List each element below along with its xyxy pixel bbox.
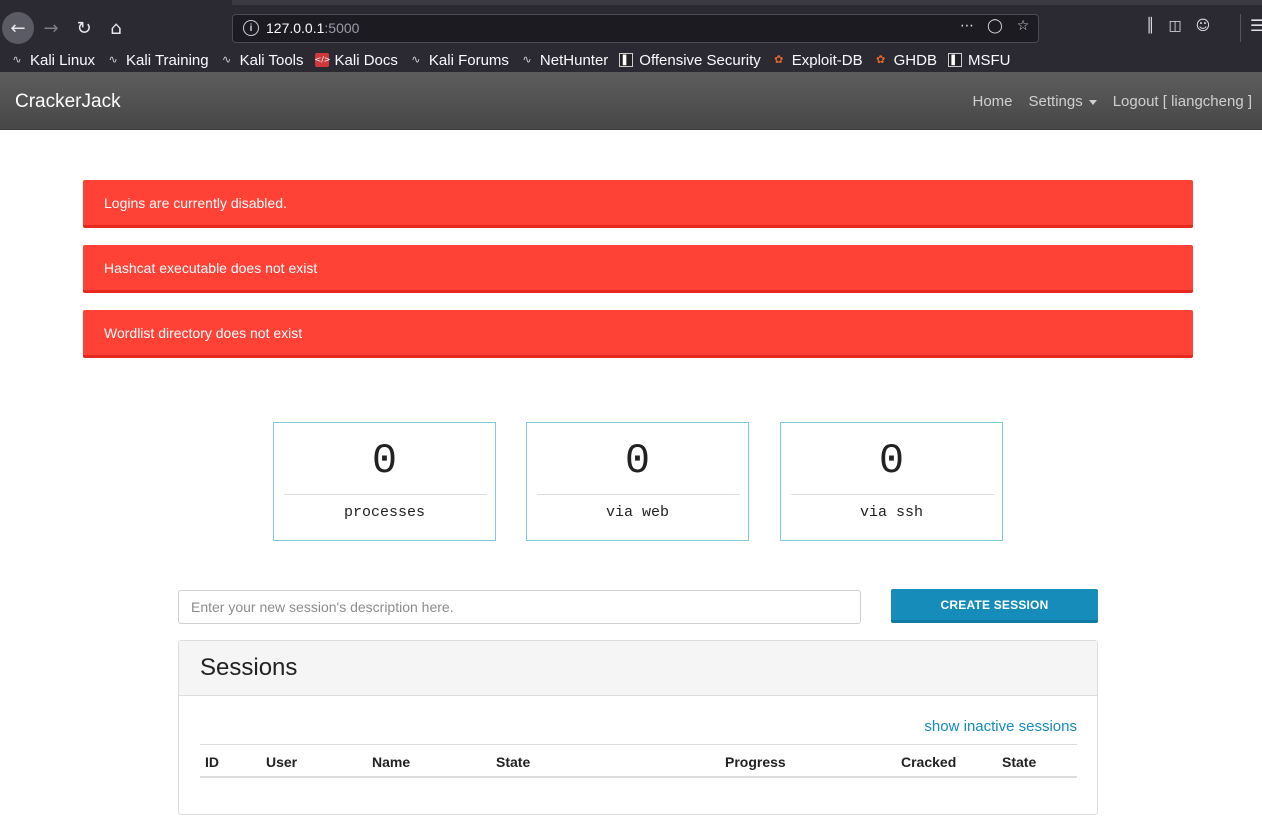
pocket-icon[interactable]: ◯ xyxy=(986,18,1004,34)
stat-divider xyxy=(284,494,487,495)
sidebar-icon[interactable]: ◫ xyxy=(1168,18,1181,34)
forward-icon[interactable]: → xyxy=(35,12,67,44)
bookmark-nethunter[interactable]: ∿ NetHunter xyxy=(520,52,608,69)
url-port: :5000 xyxy=(324,20,360,36)
library-icon[interactable]: ║ xyxy=(1146,18,1154,34)
bookmark-star-icon[interactable]: ☆ xyxy=(1014,18,1032,34)
nethunter-icon: ∿ xyxy=(522,53,532,66)
bookmark-kali-tools[interactable]: ∿ Kali Tools xyxy=(220,52,304,69)
sessions-title: Sessions xyxy=(200,654,298,681)
bookmark-label: Kali Training xyxy=(126,51,209,69)
bookmark-label: Kali Linux xyxy=(30,51,96,69)
nav-settings-label: Settings xyxy=(1028,93,1083,110)
home-icon[interactable]: ⌂ xyxy=(100,12,132,44)
nav-links: Home Settings Logout [ liangcheng ] xyxy=(957,93,1253,110)
back-icon[interactable]: ← xyxy=(2,12,34,44)
stat-card-via-ssh: 0 via ssh xyxy=(780,422,1003,541)
url-actions: ⋯ ◯ ☆ xyxy=(958,18,1032,34)
stat-label: processes xyxy=(343,504,425,521)
exploit-db-icon: ✿ xyxy=(876,53,886,66)
stat-label: via ssh xyxy=(859,504,923,521)
table-header-border xyxy=(200,776,1077,778)
bookmark-label: GHDB xyxy=(893,51,937,69)
browser-toolbar: ← → ↻ ⌂ i 127.0.0.1:5000 ⋯ ◯ ☆ ║ ◫ ☺ ☰ xyxy=(0,0,1262,48)
table-top-border xyxy=(200,744,1077,745)
account-icon[interactable]: ☺ xyxy=(1196,18,1211,34)
toolbar-divider xyxy=(1240,14,1241,42)
nav-settings-dropdown[interactable]: Settings xyxy=(1029,93,1097,110)
offsec-icon: ▌ xyxy=(619,53,634,67)
page-actions-icon[interactable]: ⋯ xyxy=(958,18,976,34)
bookmark-kali-training[interactable]: ∿ Kali Training xyxy=(106,51,209,69)
url-text[interactable]: 127.0.0.1:5000 xyxy=(266,20,359,36)
column-header-progress[interactable]: Progress xyxy=(725,754,786,770)
reload-icon[interactable]: ↻ xyxy=(68,12,100,44)
sessions-panel-header: Sessions xyxy=(179,641,1097,696)
hamburger-menu-icon[interactable]: ☰ xyxy=(1250,16,1262,35)
brand-link[interactable]: CrackerJack xyxy=(15,91,121,113)
column-header-state[interactable]: State xyxy=(496,754,530,770)
bookmarks-bar: ∿ Kali Linux ∿ Kali Training ∿ Kali Tools <… xyxy=(0,48,1262,72)
bookmark-label: Offensive Security xyxy=(639,51,761,69)
bookmark-kali-linux[interactable]: ∿ Kali Linux xyxy=(10,52,95,69)
column-header-name[interactable]: Name xyxy=(372,754,410,770)
bookmark-ghdb[interactable]: ✿ GHDB xyxy=(874,52,937,69)
bookmark-label: Exploit-DB xyxy=(791,51,863,69)
stat-divider xyxy=(791,494,994,495)
url-host: 127.0.0.1 xyxy=(266,20,325,36)
url-bar[interactable]: i 127.0.0.1:5000 ⋯ ◯ ☆ xyxy=(232,14,1039,43)
column-header-id[interactable]: ID xyxy=(205,754,219,770)
stat-label: via web xyxy=(605,504,669,521)
bookmark-label: MSFU xyxy=(967,51,1011,69)
bookmark-offensive-security[interactable]: ▌ Offensive Security xyxy=(619,51,761,69)
session-description-input[interactable] xyxy=(178,590,861,624)
toolbar-right: ║ ◫ ☺ xyxy=(1146,18,1210,34)
column-header-user[interactable]: User xyxy=(266,754,297,770)
kali-dragon-icon: ∿ xyxy=(221,53,232,66)
alert-hashcat-missing: Hashcat executable does not exist xyxy=(83,245,1193,293)
bookmark-label: NetHunter xyxy=(539,51,609,69)
bookmark-kali-forums[interactable]: ∿ Kali Forums xyxy=(409,52,509,69)
alert-wordlist-missing: Wordlist directory does not exist xyxy=(83,310,1193,358)
bookmark-exploit-db[interactable]: ✿ Exploit-DB xyxy=(772,51,863,69)
stat-value: 0 xyxy=(878,437,905,485)
show-inactive-sessions-link[interactable]: show inactive sessions xyxy=(924,718,1077,735)
bookmark-msfu[interactable]: ▌ MSFU xyxy=(947,51,1011,69)
caret-down-icon xyxy=(1088,99,1097,105)
exploit-db-icon: ✿ xyxy=(774,53,784,66)
bookmark-label: Kali Docs xyxy=(334,51,398,69)
sessions-panel: Sessions show inactive sessions ID User … xyxy=(178,640,1098,815)
stat-divider xyxy=(537,494,740,495)
stat-value: 0 xyxy=(624,437,651,485)
column-header-cracked[interactable]: Cracked xyxy=(901,754,956,770)
column-header-state-2[interactable]: State xyxy=(1002,754,1036,770)
alert-logins-disabled: Logins are currently disabled. xyxy=(83,180,1193,228)
create-session-button[interactable]: CREATE SESSION xyxy=(891,589,1098,623)
bookmark-label: Kali Tools xyxy=(239,51,304,69)
nav-logout[interactable]: Logout [ liangcheng ] xyxy=(1113,93,1252,110)
stat-card-via-web: 0 via web xyxy=(526,422,749,541)
stat-value: 0 xyxy=(371,437,398,485)
tab-strip xyxy=(232,0,1262,5)
kali-dragon-icon: ∿ xyxy=(411,53,421,66)
stat-card-processes: 0 processes xyxy=(273,422,496,541)
offsec-icon: ▌ xyxy=(947,53,962,67)
nav-home[interactable]: Home xyxy=(973,93,1013,110)
app-navbar: CrackerJack Home Settings Logout [ liang… xyxy=(0,72,1262,130)
kali-docs-icon: </> xyxy=(314,53,331,67)
bookmark-label: Kali Forums xyxy=(428,51,509,69)
kali-dragon-icon: ∿ xyxy=(108,53,118,66)
bookmark-kali-docs[interactable]: </> Kali Docs xyxy=(314,51,398,69)
kali-dragon-icon: ∿ xyxy=(12,53,22,66)
site-info-icon[interactable]: i xyxy=(243,20,259,36)
